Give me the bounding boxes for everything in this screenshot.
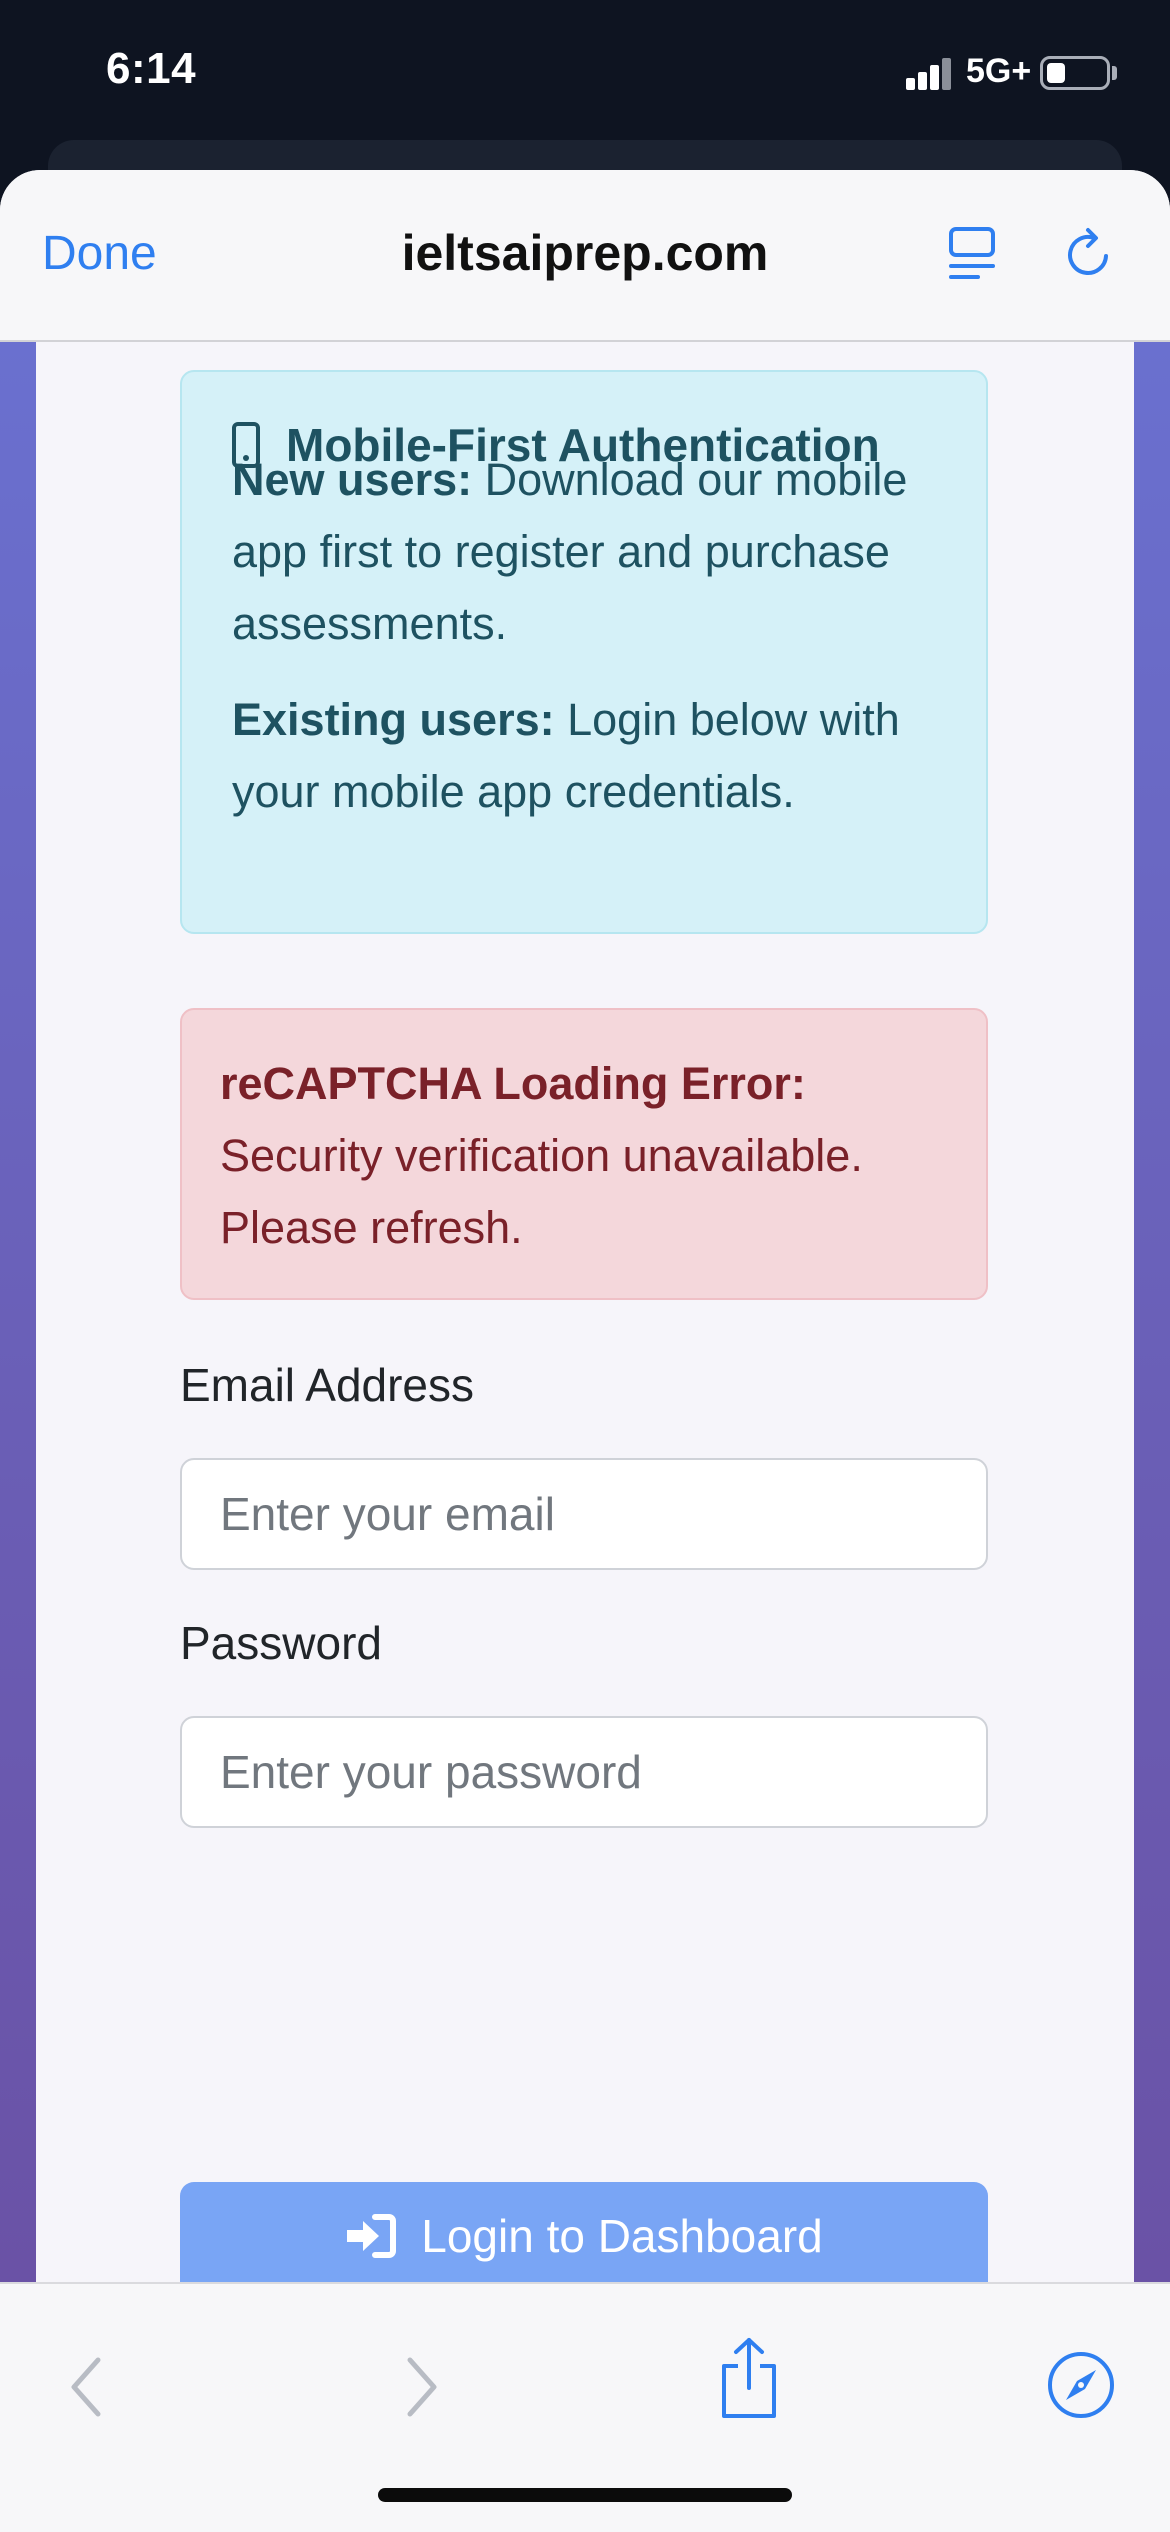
password-input[interactable] — [180, 1716, 988, 1828]
login-button-label: Login to Dashboard — [421, 2209, 823, 2262]
email-label: Email Address — [180, 1359, 475, 1411]
existing-users-note: Existing users: Login below with your mo… — [232, 684, 952, 828]
existing-users-label: Existing users: — [232, 694, 555, 745]
error-message: reCAPTCHA Loading Error: Security verifi… — [220, 1048, 950, 1264]
sign-in-icon — [347, 2213, 397, 2258]
reload-icon[interactable] — [1062, 226, 1118, 282]
forward-icon[interactable] — [400, 2354, 444, 2420]
compass-icon[interactable] — [1046, 2350, 1116, 2420]
new-users-note: New users: Download our mobile app first… — [232, 444, 952, 660]
battery-tip — [1112, 66, 1117, 80]
error-body: Security verification unavailable. Pleas… — [220, 1130, 863, 1253]
status-time: 6:14 — [106, 44, 197, 93]
browser-nav-bar: Done ieltsaiprep.com — [0, 170, 1170, 342]
new-users-label: New users: — [232, 454, 473, 505]
home-indicator — [378, 2488, 792, 2502]
signal-icon — [906, 58, 951, 90]
error-title: reCAPTCHA Loading Error: — [220, 1058, 806, 1109]
reader-icon[interactable] — [948, 226, 996, 282]
info-alert: Mobile-First Authentication New users: D… — [180, 370, 988, 934]
error-alert: reCAPTCHA Loading Error: Security verifi… — [180, 1008, 988, 1300]
password-label: Password — [180, 1617, 382, 1669]
status-bar: 6:14 5G+ — [0, 0, 1170, 150]
email-input[interactable] — [180, 1458, 988, 1570]
share-icon[interactable] — [716, 2336, 782, 2420]
battery-icon — [1040, 56, 1110, 90]
network-type: 5G+ — [966, 52, 1032, 90]
back-icon[interactable] — [64, 2354, 108, 2420]
in-app-browser: Done ieltsaiprep.com Mobile-First Authen… — [0, 170, 1170, 2532]
